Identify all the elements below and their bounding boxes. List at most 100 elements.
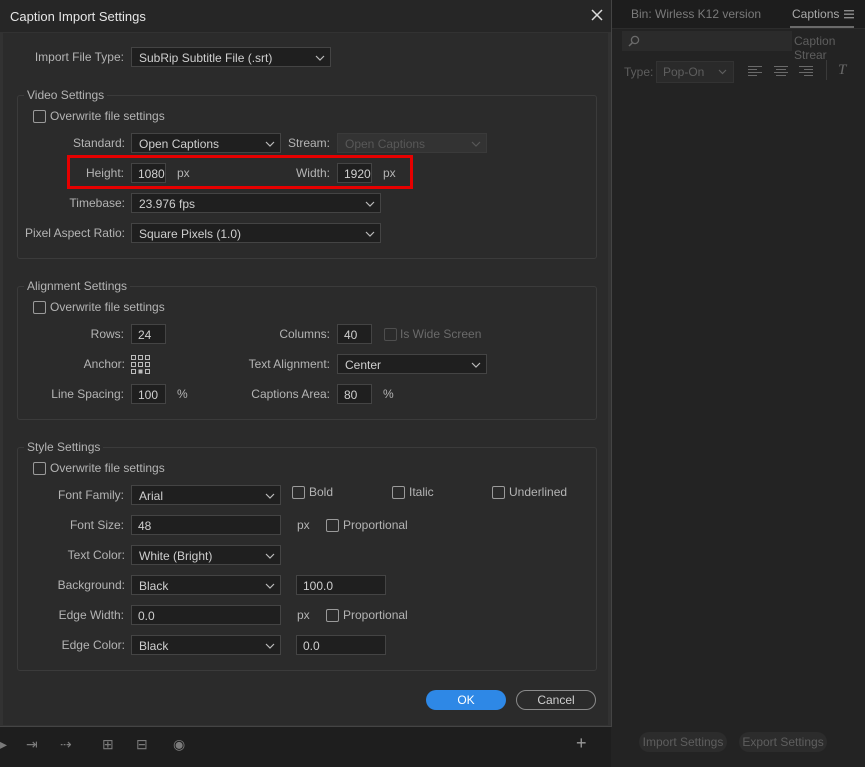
style-overwrite-checkbox[interactable] <box>33 462 46 475</box>
transport-bar <box>0 726 611 767</box>
add-icon[interactable]: + <box>576 733 587 754</box>
line-spacing-value: 100 <box>138 388 159 402</box>
dialog-title: Caption Import Settings <box>10 9 146 24</box>
text-color-label: Text Color: <box>67 548 125 562</box>
style-overwrite-label: Overwrite file settings <box>50 461 165 475</box>
timebase-value: 23.976 fps <box>139 197 196 211</box>
timebase-select[interactable]: 23.976 fps <box>131 193 381 213</box>
caption-stream-field[interactable]: Caption Strear <box>794 34 865 62</box>
cancel-button[interactable]: Cancel <box>516 690 596 710</box>
go-to-out-icon[interactable]: ⇢ <box>60 736 72 753</box>
edge-color-label: Edge Color: <box>61 638 125 652</box>
edge-width-value: 0.0 <box>138 609 155 623</box>
video-overwrite-checkbox[interactable] <box>33 110 46 123</box>
columns-label: Columns: <box>279 327 330 341</box>
step-forward-icon[interactable]: ⇥ <box>26 736 38 753</box>
text-alignment-select[interactable]: Center <box>337 354 487 374</box>
font-size-label: Font Size: <box>69 518 124 532</box>
align-right-icon[interactable] <box>799 64 813 78</box>
overwrite-icon[interactable]: ⊟ <box>136 736 148 753</box>
font-size-input[interactable]: 48 <box>131 515 281 535</box>
camera-icon[interactable]: ◉ <box>173 736 185 753</box>
toolbar-divider <box>826 60 827 80</box>
text-color-value: White (Bright) <box>139 549 213 563</box>
standard-value: Open Captions <box>139 137 220 151</box>
rows-label: Rows: <box>90 327 124 341</box>
edge-color-opacity-input[interactable]: 0.0 <box>296 635 386 655</box>
captions-area-unit: % <box>383 387 394 401</box>
alignment-overwrite-checkbox[interactable] <box>33 301 46 314</box>
pixel-aspect-ratio-select[interactable]: Square Pixels (1.0) <box>131 223 381 243</box>
underlined-checkbox[interactable] <box>492 486 505 499</box>
style-settings-title: Style Settings <box>24 440 104 454</box>
import-settings-button[interactable]: Import Settings <box>639 732 727 752</box>
columns-input[interactable]: 40 <box>337 324 372 344</box>
font-size-proportional-label: Proportional <box>343 518 408 532</box>
chevron-down-icon <box>265 553 275 559</box>
captions-tab[interactable]: Captions <box>792 7 839 21</box>
ok-button[interactable]: OK <box>426 690 506 710</box>
video-settings-title: Video Settings <box>24 88 108 102</box>
italic-style-icon[interactable]: T <box>838 62 846 79</box>
anchor-label: Anchor: <box>83 357 125 371</box>
font-family-select[interactable]: Arial <box>131 485 281 505</box>
anchor-grid-icon[interactable] <box>131 355 151 375</box>
captions-panel-background <box>611 0 865 767</box>
align-left-icon[interactable] <box>748 64 762 78</box>
align-center-icon[interactable] <box>774 64 788 78</box>
close-button[interactable] <box>587 5 607 25</box>
chevron-down-icon <box>471 141 481 147</box>
text-alignment-label: Text Alignment: <box>248 357 330 371</box>
edge-width-unit: px <box>297 608 310 622</box>
text-color-select[interactable]: White (Bright) <box>131 545 281 565</box>
timebase-label: Timebase: <box>69 196 125 210</box>
rows-input[interactable]: 24 <box>131 324 166 344</box>
export-settings-button[interactable]: Export Settings <box>739 732 827 752</box>
standard-select[interactable]: Open Captions <box>131 133 281 153</box>
type-select-value: Pop-On <box>663 65 705 79</box>
font-size-proportional-checkbox[interactable] <box>326 519 339 532</box>
bold-checkbox[interactable] <box>292 486 305 499</box>
chevron-down-icon <box>265 493 275 499</box>
edge-color-value: Black <box>139 639 169 653</box>
chevron-down-icon <box>365 231 375 237</box>
import-file-type-value: SubRip Subtitle File (.srt) <box>139 51 273 65</box>
line-spacing-input[interactable]: 100 <box>131 384 166 404</box>
wide-screen-checkbox[interactable] <box>384 328 397 341</box>
alignment-overwrite-label: Overwrite file settings <box>50 300 165 314</box>
import-file-type-select[interactable]: SubRip Subtitle File (.srt) <box>131 47 331 67</box>
chevron-down-icon <box>265 141 275 147</box>
rows-value: 24 <box>138 328 152 342</box>
play-icon[interactable]: ▸ <box>0 736 7 753</box>
stream-select[interactable]: Open Captions <box>337 133 487 153</box>
chevron-down-icon <box>471 362 481 368</box>
background-opacity-input[interactable]: 100.0 <box>296 575 386 595</box>
font-size-unit: px <box>297 518 310 532</box>
insert-icon[interactable]: ⊞ <box>102 736 114 753</box>
edge-width-proportional-checkbox[interactable] <box>326 609 339 622</box>
import-file-type-label: Import File Type: <box>34 50 124 64</box>
underlined-label: Underlined <box>509 485 568 499</box>
stream-value: Open Captions <box>345 137 426 151</box>
captions-area-label: Captions Area: <box>251 387 330 401</box>
line-spacing-unit: % <box>177 387 188 401</box>
pixel-aspect-ratio-value: Square Pixels (1.0) <box>139 227 242 241</box>
text-alignment-value: Center <box>345 358 382 372</box>
panel-search-field[interactable] <box>622 31 792 51</box>
chevron-down-icon <box>365 201 375 207</box>
bin-tab[interactable]: Bin: Wirless K12 version <box>631 7 761 21</box>
edge-color-select[interactable]: Black <box>131 635 281 655</box>
panel-menu-icon[interactable] <box>844 8 854 19</box>
close-icon <box>591 9 603 21</box>
italic-checkbox[interactable] <box>392 486 405 499</box>
columns-value: 40 <box>344 328 358 342</box>
type-select[interactable]: Pop-On <box>656 61 734 83</box>
background-color-select[interactable]: Black <box>131 575 281 595</box>
edge-width-input[interactable]: 0.0 <box>131 605 281 625</box>
chevron-down-icon <box>265 583 275 589</box>
background-opacity-value: 100.0 <box>303 579 334 593</box>
edge-width-label: Edge Width: <box>58 608 124 622</box>
captions-area-input[interactable]: 80 <box>337 384 372 404</box>
stream-label: Stream: <box>287 136 330 150</box>
background-color-value: Black <box>139 579 169 593</box>
